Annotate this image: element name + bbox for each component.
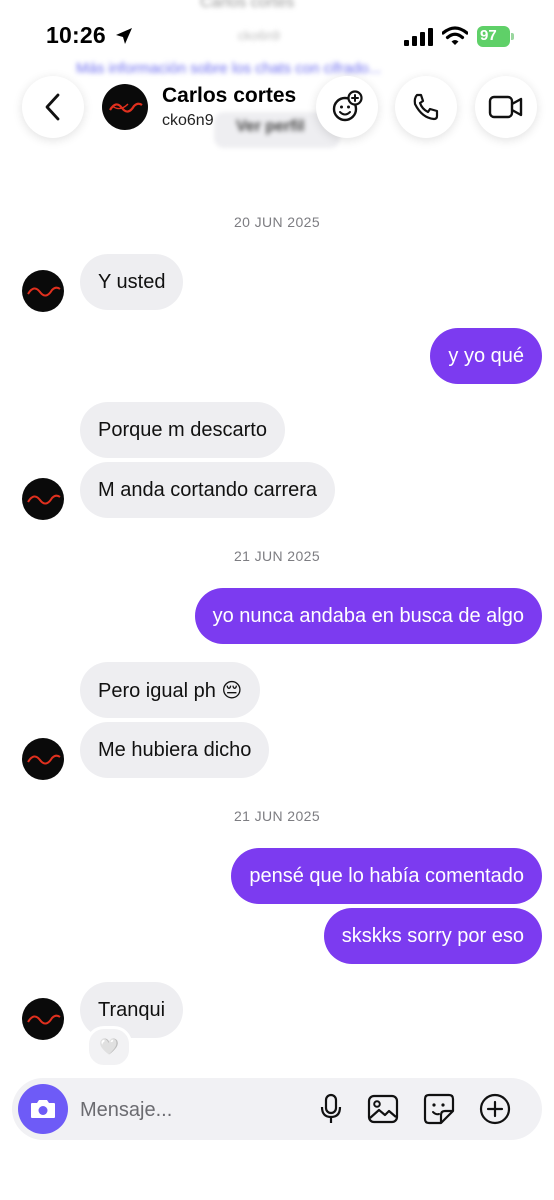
- gallery-icon: [367, 1094, 399, 1124]
- more-options-button[interactable]: [478, 1092, 512, 1126]
- message-bubble[interactable]: Porque m descarto: [80, 402, 285, 458]
- message-reaction[interactable]: 🤍: [86, 1026, 132, 1068]
- wifi-icon: [442, 26, 468, 45]
- message-input[interactable]: [78, 1092, 302, 1128]
- message-bubble[interactable]: skskks sorry por eso: [323, 908, 542, 964]
- effects-button[interactable]: [316, 76, 378, 138]
- gallery-button[interactable]: [366, 1092, 400, 1126]
- date-separator: 20 JUN 2025: [233, 214, 321, 230]
- message-composer: [12, 1078, 542, 1140]
- message-bubble[interactable]: Pero igual ph 😔: [80, 662, 261, 718]
- battery-indicator: 97: [477, 26, 515, 47]
- message-avatar[interactable]: [22, 998, 64, 1040]
- date-separator: 21 JUN 2025: [233, 548, 321, 564]
- contact-avatar[interactable]: [102, 84, 148, 130]
- message-avatar[interactable]: [22, 270, 64, 312]
- message-bubble[interactable]: M anda cortando carrera: [80, 462, 336, 518]
- avatar-logo: [109, 102, 143, 113]
- message-bubble[interactable]: Y usted: [80, 254, 184, 310]
- back-button[interactable]: [22, 76, 84, 138]
- cellular-signal-icon: [404, 28, 433, 46]
- message-bubble[interactable]: yo nunca andaba en busca de algo: [194, 588, 542, 644]
- camera-icon: [31, 1100, 55, 1118]
- contact-name[interactable]: Carlos cortes: [162, 84, 296, 108]
- contact-username[interactable]: cko6n9: [162, 112, 214, 130]
- video-icon: [488, 95, 523, 119]
- blurred-top-subtext: cko6n9: [238, 28, 280, 43]
- encryption-info-link[interactable]: Más información sobre los chats con cifr…: [76, 60, 381, 77]
- voice-call-button[interactable]: [395, 76, 457, 138]
- effects-icon: [332, 90, 363, 122]
- status-time: 10:26: [46, 22, 106, 48]
- camera-button[interactable]: [18, 1084, 68, 1134]
- back-icon: [45, 93, 60, 121]
- message-bubble[interactable]: y yo qué: [430, 328, 542, 384]
- location-arrow-icon: [116, 28, 132, 44]
- message-bubble[interactable]: Me hubiera dicho: [80, 722, 270, 778]
- sticker-button[interactable]: [422, 1092, 456, 1126]
- blurred-top-text: Carlos cortes: [200, 0, 295, 11]
- video-call-button[interactable]: [475, 76, 537, 138]
- voice-message-button[interactable]: [314, 1092, 348, 1126]
- heart-reaction-icon: 🤍: [99, 1039, 119, 1056]
- date-separator: 21 JUN 2025: [233, 808, 321, 824]
- message-bubble[interactable]: pensé que lo había comentado: [231, 848, 542, 904]
- message-avatar[interactable]: [22, 478, 64, 520]
- message-avatar[interactable]: [22, 738, 64, 780]
- phone-icon: [413, 93, 439, 121]
- plus-circle-icon: [479, 1093, 511, 1125]
- view-profile-button[interactable]: Ver perfil: [236, 118, 304, 136]
- battery-level: 97: [480, 27, 497, 44]
- sticker-icon: [423, 1093, 455, 1125]
- microphone-icon: [320, 1093, 342, 1123]
